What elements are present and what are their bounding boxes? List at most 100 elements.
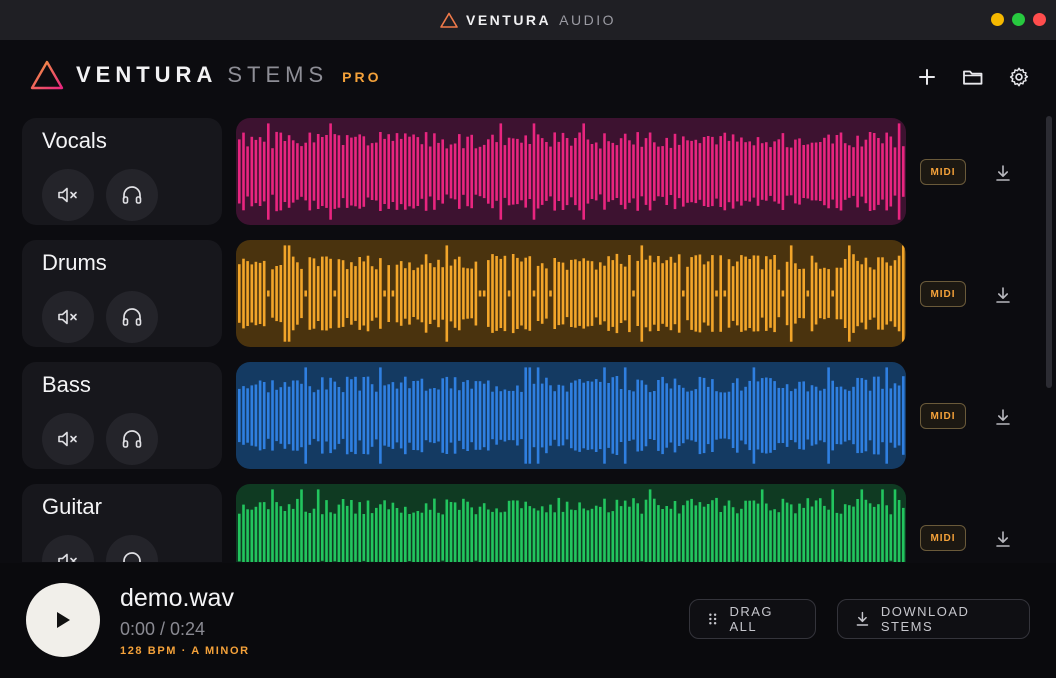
stem-download-button[interactable] [990,282,1016,308]
waveform-bar [370,384,374,447]
mute-button[interactable] [42,169,94,221]
stem-waveform[interactable] [236,240,906,347]
waveform-bar [536,134,540,209]
waveform-bar [399,512,403,562]
midi-button[interactable]: MIDI [920,159,966,185]
waveform-bar [570,382,573,449]
waveform-bar [690,140,693,203]
settings-button[interactable] [1008,66,1030,88]
close-button[interactable] [1033,13,1046,26]
waveform-bar [545,268,548,319]
download-icon [996,409,1010,425]
waveform-bar [254,261,258,326]
waveform-bar [814,142,818,201]
waveform-bar [889,136,893,207]
stem-waveform[interactable] [236,118,906,225]
waveform-bar [524,501,527,562]
waveform-bar [428,146,432,197]
waveform-bar [437,259,440,328]
waveform-bar [860,378,864,453]
waveform-bar [677,144,681,199]
waveform-bar [503,389,507,442]
waveform-bar [802,381,805,450]
waveform-bar [561,132,565,210]
waveform-bar [316,389,320,442]
waveform-bar [752,255,756,332]
waveform-bar [823,137,826,206]
waveform-bar [582,258,585,329]
minimize-button[interactable] [991,13,1004,26]
waveform-bar [540,263,544,324]
waveform-bar [370,143,374,200]
waveform-bar [819,390,822,441]
waveform-bar [387,509,390,562]
waveform-bar [852,147,855,196]
waveform-bar [495,386,498,445]
waveform-bar [694,139,698,204]
waveform-bar [752,500,756,562]
solo-button[interactable] [106,413,158,465]
waveform-bar [350,379,353,452]
waveform-bar [532,123,536,220]
download-stems-button[interactable]: DOWNLOAD STEMS [837,599,1030,639]
midi-button[interactable]: MIDI [920,525,966,551]
headphones-icon [122,308,142,326]
waveform-bar [267,392,270,439]
waveform-bar [428,509,432,562]
stem-download-button[interactable] [990,404,1016,430]
waveform-bar [246,146,249,197]
waveform-bar [445,245,449,342]
mute-button[interactable] [42,291,94,343]
waveform-bar [296,380,299,451]
open-folder-button[interactable] [962,66,984,88]
midi-button[interactable]: MIDI [920,403,966,429]
stem-controls [42,535,158,562]
midi-button[interactable]: MIDI [920,281,966,307]
stem-waveform[interactable] [236,362,906,469]
mute-button[interactable] [42,535,94,562]
scrollbar[interactable] [1046,116,1052,388]
waveform-bar [437,389,440,442]
waveform-bar [283,382,287,449]
solo-button[interactable] [106,535,158,562]
waveform-bar [416,267,420,320]
waveform-bar [279,387,283,444]
waveform-bar [872,376,876,455]
waveform-bar [831,143,834,200]
add-button[interactable] [916,66,938,88]
waveform-bar [383,500,386,562]
waveform-bar [507,390,511,441]
maximize-button[interactable] [1012,13,1025,26]
waveform-bar [640,245,644,342]
waveform-bar [897,500,901,562]
waveform-bar [860,146,864,197]
drag-all-button[interactable]: DRAG ALL [689,599,816,639]
waveform-bar [619,389,623,442]
waveform-bar [897,385,901,446]
waveform-bar [304,511,307,562]
waveform-bar [686,391,689,440]
stem-waveform[interactable] [236,484,906,562]
waveform-bar [694,389,698,442]
waveform-bar [698,376,702,455]
solo-button[interactable] [106,169,158,221]
solo-button[interactable] [106,291,158,343]
play-button[interactable] [26,583,100,657]
waveform-bar [611,511,615,562]
waveform-bar [711,379,714,452]
waveform-bar [864,499,868,562]
waveform-bar [760,143,764,200]
stem-download-button[interactable] [990,526,1016,552]
waveform-bar [532,290,536,297]
waveform-bar [698,143,702,200]
stem-download-button[interactable] [990,160,1016,186]
waveform-bar [275,389,278,442]
waveform-bar [399,382,403,449]
waveform-bar [379,132,382,211]
waveform-bar [872,269,876,318]
stem-list[interactable]: Vocals MIDI Drums MIDI Bass MIDI Guitar … [0,110,1040,562]
waveform-bar [769,378,772,453]
waveform-bar [507,290,511,297]
mute-button[interactable] [42,413,94,465]
waveform-bar [453,377,457,454]
